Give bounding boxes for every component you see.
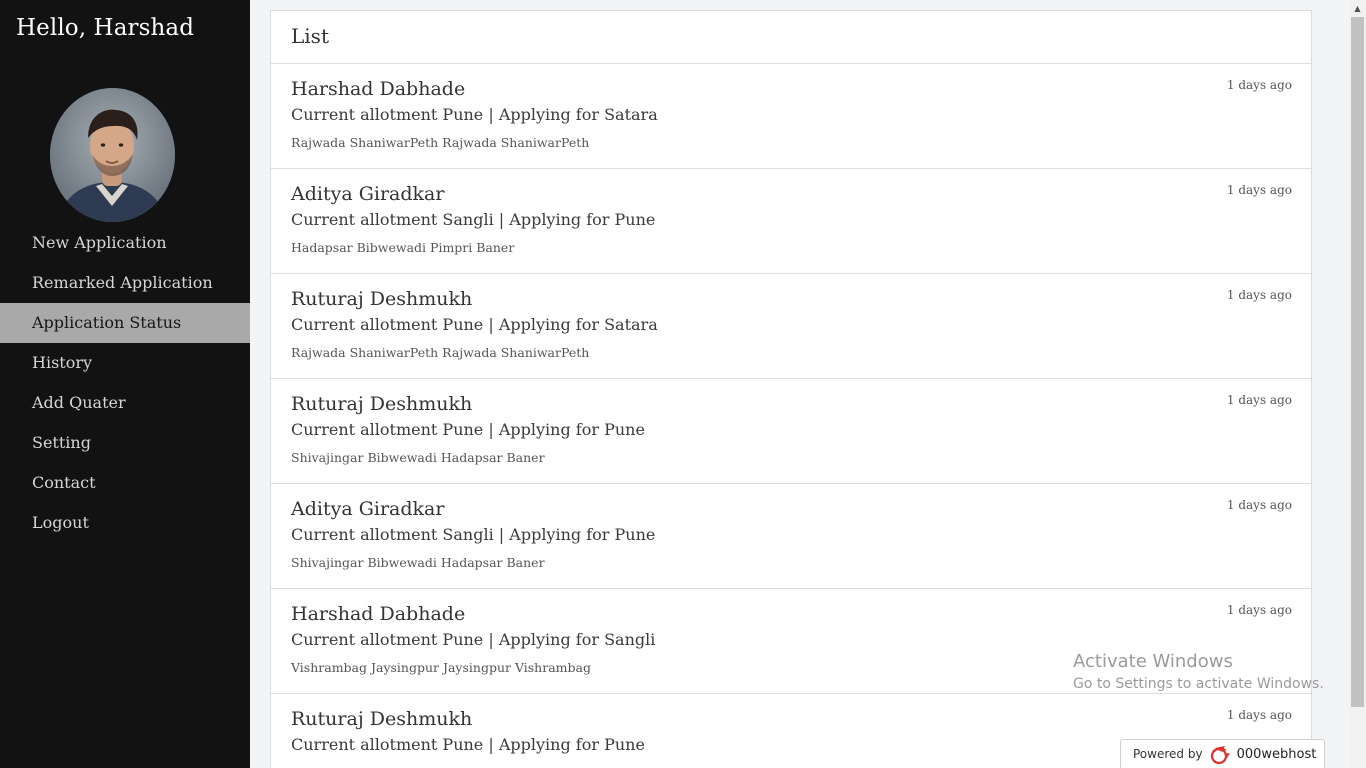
allotment-info: Current allotment Pune | Applying for Sa… [291,630,656,649]
vertical-scrollbar[interactable]: ▲ [1349,0,1366,768]
scrollbar-thumb[interactable] [1351,17,1364,707]
list-item[interactable]: Aditya Giradkar Current allotment Sangli… [271,169,1311,274]
powered-by-badge[interactable]: Powered by 000webhost [1120,739,1325,768]
timestamp: 1 days ago [1226,393,1292,407]
list-item[interactable]: Ruturaj Deshmukh Current allotment Pune … [271,274,1311,379]
activate-windows-title: Activate Windows [1073,651,1233,672]
nav-item-add-quater[interactable]: Add Quater [0,383,250,423]
powered-by-label: Powered by [1133,747,1203,761]
list-item[interactable]: Ruturaj Deshmukh Current allotment Pune … [271,379,1311,484]
nav-item-history[interactable]: History [0,343,250,383]
allotment-info: Current allotment Pune | Applying for Sa… [291,315,658,334]
scroll-up-arrow-icon[interactable]: ▲ [1349,0,1366,17]
timestamp: 1 days ago [1226,78,1292,92]
list-item[interactable]: Harshad Dabhade Current allotment Pune |… [271,64,1311,169]
preferred-areas: Shivajingar Bibwewadi Hadapsar Baner [291,555,545,570]
nav-item-new-application[interactable]: New Application [0,223,250,263]
greeting-title: Hello, Harshad [16,15,195,41]
preferred-areas: Shivajingar Bibwewadi Hadapsar Baner [291,450,545,465]
nav-item-setting[interactable]: Setting [0,423,250,463]
powered-by-brand: 000webhost [1236,746,1317,762]
activate-windows-subtitle: Go to Settings to activate Windows. [1073,676,1324,692]
sidebar: Hello, Harshad New Application Remarked … [0,0,250,768]
nav-item-logout[interactable]: Logout [0,503,250,543]
timestamp: 1 days ago [1226,288,1292,302]
sidebar-nav: New Application Remarked Application App… [0,223,250,543]
allotment-info: Current allotment Sangli | Applying for … [291,210,656,229]
timestamp: 1 days ago [1226,603,1292,617]
timestamp: 1 days ago [1226,183,1292,197]
preferred-areas: Hadapsar Bibwewadi Pimpri Baner [291,240,515,255]
applicant-name: Aditya Giradkar [291,183,445,205]
applicant-name: Harshad Dabhade [291,78,466,100]
applicant-name: Ruturaj Deshmukh [291,393,473,415]
applicant-name: Ruturaj Deshmukh [291,708,473,730]
avatar-photo-icon [50,88,175,222]
nav-item-application-status[interactable]: Application Status [0,303,250,343]
applicant-name: Aditya Giradkar [291,498,445,520]
list-item[interactable]: Aditya Giradkar Current allotment Sangli… [271,484,1311,589]
activate-windows-watermark: Activate Windows Go to Settings to activ… [1073,651,1324,694]
user-avatar [50,88,175,222]
preferred-areas: Rajwada ShaniwarPeth Rajwada ShaniwarPet… [291,345,590,360]
000webhost-logo-icon [1210,746,1230,764]
allotment-info: Current allotment Pune | Applying for Sa… [291,105,658,124]
nav-item-contact[interactable]: Contact [0,463,250,503]
timestamp: 1 days ago [1226,708,1292,722]
list-title: List [271,11,1311,64]
applicant-name: Harshad Dabhade [291,603,466,625]
preferred-areas: Rajwada ShaniwarPeth Rajwada ShaniwarPet… [291,135,590,150]
allotment-info: Current allotment Sangli | Applying for … [291,525,656,544]
timestamp: 1 days ago [1226,498,1292,512]
nav-item-remarked-application[interactable]: Remarked Application [0,263,250,303]
app-root: Hello, Harshad New Application Remarked … [0,0,1366,768]
applicant-name: Ruturaj Deshmukh [291,288,473,310]
allotment-info: Current allotment Pune | Applying for Pu… [291,420,645,439]
